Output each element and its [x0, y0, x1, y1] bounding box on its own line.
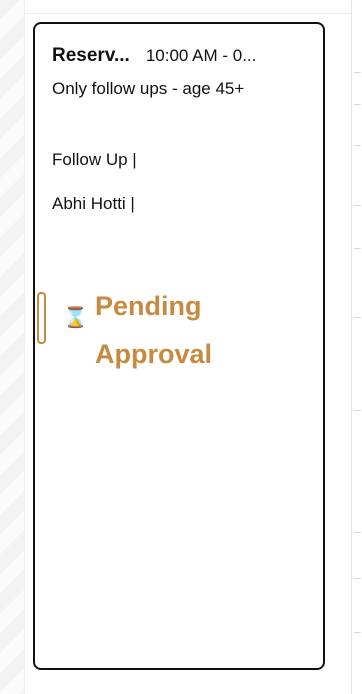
status-text-line-2: Approval [95, 339, 213, 369]
status-indicator [37, 292, 46, 344]
pending-status: ⌛ Pending Approval [35, 264, 255, 374]
right-tick [354, 205, 361, 206]
appointment-subtitle: Only follow ups - age 45+ [52, 79, 245, 98]
right-gutter [351, 0, 362, 694]
status-text: Pending Approval [95, 282, 212, 378]
right-tick [354, 532, 361, 533]
right-tick [354, 632, 361, 633]
right-tick [354, 578, 361, 579]
appointment-detail-patient: Abhi Hotti | [52, 194, 135, 213]
top-divider [24, 13, 352, 14]
status-text-line-1: Pending [95, 291, 202, 321]
hourglass-icon: ⌛ [63, 307, 88, 329]
appointment-header: Reserv... 10:00 AM - 0... [52, 45, 309, 67]
right-tick [354, 104, 361, 105]
right-tick [354, 317, 361, 318]
appointment-card[interactable]: Reserv... 10:00 AM - 0... Only follow up… [33, 22, 325, 670]
appointment-title: Reserv... [52, 45, 130, 66]
right-tick [354, 248, 361, 249]
appointment-detail-follow-up: Follow Up | [52, 150, 137, 169]
right-tick [354, 72, 361, 73]
right-tick [354, 410, 361, 411]
calendar-gutter [0, 0, 25, 694]
page: Reserv... 10:00 AM - 0... Only follow up… [0, 0, 362, 694]
appointment-time: 10:00 AM - 0... [145, 46, 257, 65]
right-tick [354, 145, 361, 146]
